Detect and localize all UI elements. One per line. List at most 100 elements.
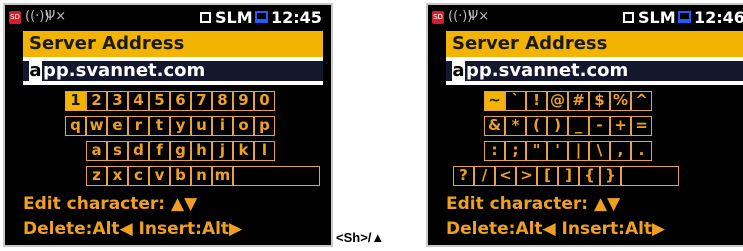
key-2-7[interactable]: .	[631, 141, 652, 161]
key-0-7[interactable]: 8	[212, 91, 233, 111]
key-1-5[interactable]: y	[170, 116, 191, 136]
slm-box-icon	[623, 12, 634, 23]
key-2-6[interactable]: ,	[610, 141, 631, 161]
edit-character-hint: Edit character: ▲▼	[23, 194, 198, 214]
monitor-icon	[678, 11, 691, 23]
key-0-3[interactable]: 4	[128, 91, 149, 111]
clock: 12:46	[694, 8, 743, 27]
key-1-7[interactable]: =	[631, 116, 652, 136]
slm-label: SLM	[638, 8, 676, 27]
key-0-6[interactable]: %	[610, 91, 631, 111]
key-2-4[interactable]: g	[170, 141, 191, 161]
key-2-0[interactable]: :	[484, 141, 505, 161]
input-value: pp.svannet.com	[43, 60, 206, 81]
edit-character-hint: Edit character: ▲▼	[446, 194, 621, 214]
key-1-6[interactable]: +	[610, 116, 631, 136]
key-3-4[interactable]: b	[170, 166, 191, 186]
key-1-8[interactable]: o	[233, 116, 254, 136]
key-1-7[interactable]: i	[212, 116, 233, 136]
text-cursor: a	[29, 60, 42, 82]
delete-insert-hint: Delete:Alt◀ Insert:Alt▶	[446, 219, 666, 239]
key-2-6[interactable]: j	[212, 141, 233, 161]
key-2-7[interactable]: k	[233, 141, 254, 161]
server-address-input[interactable]: a pp.svannet.com	[446, 57, 743, 85]
device-screen-left: SD ((·)) Ψ× SLM 12:45 Server Address a p…	[3, 3, 333, 247]
antenna-icon: Ψ×	[45, 9, 67, 24]
key-0-7[interactable]: ^	[631, 91, 652, 111]
key-1-2[interactable]: e	[107, 116, 128, 136]
key-3-2[interactable]: <	[495, 166, 516, 186]
sd-card-icon: SD	[432, 11, 444, 24]
key-0-0[interactable]: ~	[484, 91, 505, 111]
key-3-0[interactable]: ?	[453, 166, 474, 186]
keyboard-row: :; " ' | \,.	[484, 141, 652, 161]
monitor-icon	[255, 11, 268, 23]
key-2-3[interactable]: f	[149, 141, 170, 161]
key-2-8[interactable]: l	[254, 141, 275, 161]
key-3-6[interactable]: {	[579, 166, 600, 186]
key-0-8[interactable]: 9	[233, 91, 254, 111]
key-0-2[interactable]: 3	[107, 91, 128, 111]
key-2-2[interactable]: d	[128, 141, 149, 161]
key-3-3[interactable]: v	[149, 166, 170, 186]
slm-label: SLM	[215, 8, 253, 27]
server-address-input[interactable]: a pp.svannet.com	[23, 57, 323, 85]
key-1-0[interactable]: &	[484, 116, 505, 136]
key-3-3[interactable]: >	[516, 166, 537, 186]
keyboard-row: 1234567890	[65, 91, 275, 111]
key-3-5[interactable]: n	[191, 166, 212, 186]
key-2-5[interactable]: \	[589, 141, 610, 161]
field-label: Server Address	[23, 31, 323, 57]
status-bar: SD ((·)) Ψ× SLM 12:46	[428, 5, 743, 30]
key-0-1[interactable]: 2	[86, 91, 107, 111]
key-2-3[interactable]: '	[547, 141, 568, 161]
key-3-4[interactable]: [	[537, 166, 558, 186]
blank-key[interactable]	[621, 166, 679, 186]
key-1-4[interactable]: _	[568, 116, 589, 136]
key-1-5[interactable]: -	[589, 116, 610, 136]
key-3-0[interactable]: z	[86, 166, 107, 186]
key-1-1[interactable]: *	[505, 116, 526, 136]
key-3-7[interactable]: }	[600, 166, 621, 186]
key-1-3[interactable]: )	[547, 116, 568, 136]
shift-up-label: <Sh>/▲	[336, 230, 385, 245]
key-2-1[interactable]: s	[107, 141, 128, 161]
clock: 12:45	[271, 8, 322, 27]
key-1-6[interactable]: u	[191, 116, 212, 136]
key-2-4[interactable]: |	[568, 141, 589, 161]
key-0-6[interactable]: 7	[191, 91, 212, 111]
key-1-9[interactable]: p	[254, 116, 275, 136]
key-3-5[interactable]: ]	[558, 166, 579, 186]
key-0-0[interactable]: 1	[65, 91, 86, 111]
key-3-1[interactable]: /	[474, 166, 495, 186]
slm-box-icon	[200, 12, 211, 23]
blank-key[interactable]	[233, 166, 320, 186]
key-1-3[interactable]: r	[128, 116, 149, 136]
text-cursor: a	[452, 60, 465, 82]
key-3-1[interactable]: x	[107, 166, 128, 186]
key-1-4[interactable]: t	[149, 116, 170, 136]
key-3-6[interactable]: m	[212, 166, 233, 186]
key-0-4[interactable]: #	[568, 91, 589, 111]
key-2-2[interactable]: "	[526, 141, 547, 161]
device-screen-right: SD ((·)) Ψ× SLM 12:46 Server Address a p…	[426, 3, 743, 247]
key-1-0[interactable]: q	[65, 116, 86, 136]
key-1-2[interactable]: (	[526, 116, 547, 136]
keyboard-row: ? / < >[]{}	[453, 166, 679, 186]
key-0-2[interactable]: !	[526, 91, 547, 111]
key-0-9[interactable]: 0	[254, 91, 275, 111]
keyboard-row: & *() _ - + =	[484, 116, 652, 136]
key-2-5[interactable]: h	[191, 141, 212, 161]
key-0-4[interactable]: 5	[149, 91, 170, 111]
key-1-1[interactable]: w	[86, 116, 107, 136]
keyboard-row: ~ `! @ # $% ^	[484, 91, 652, 111]
sd-card-icon: SD	[9, 11, 21, 24]
key-2-0[interactable]: a	[86, 141, 107, 161]
key-0-1[interactable]: `	[505, 91, 526, 111]
key-0-5[interactable]: $	[589, 91, 610, 111]
antenna-icon: Ψ×	[468, 9, 490, 24]
key-3-2[interactable]: c	[128, 166, 149, 186]
key-0-3[interactable]: @	[547, 91, 568, 111]
key-0-5[interactable]: 6	[170, 91, 191, 111]
key-2-1[interactable]: ;	[505, 141, 526, 161]
